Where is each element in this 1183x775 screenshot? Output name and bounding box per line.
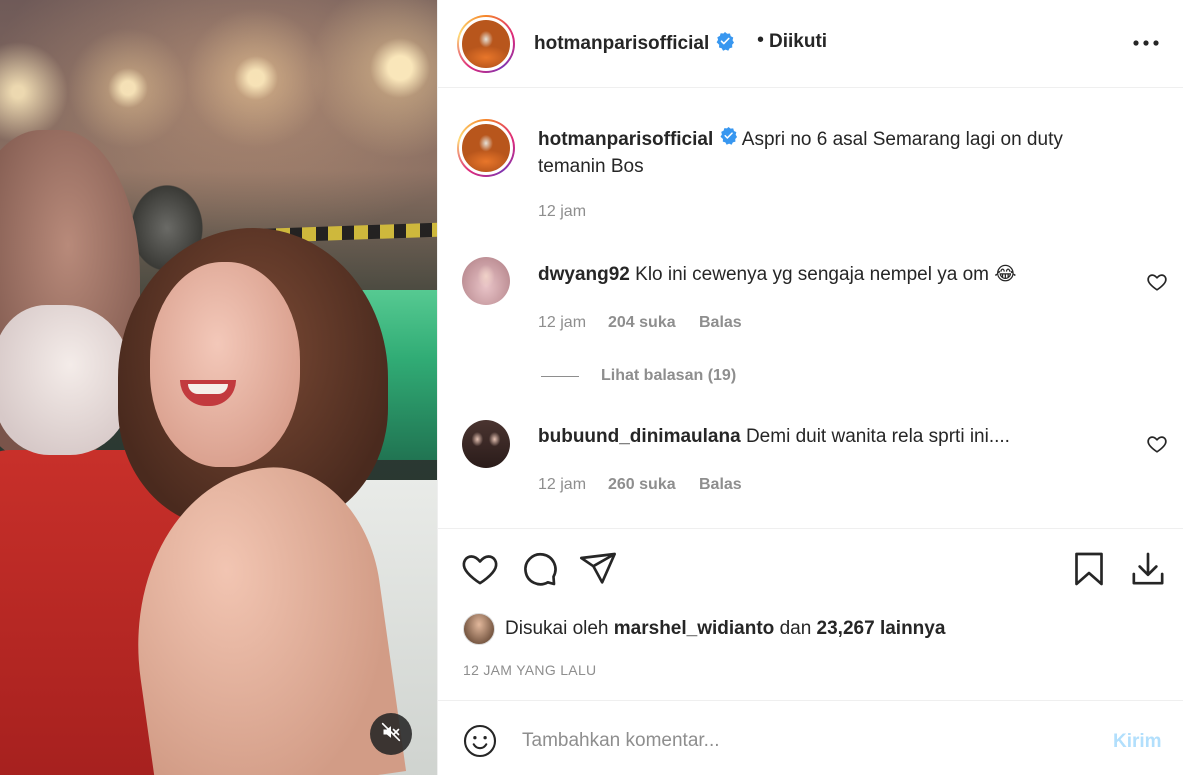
speaker-muted-icon: [381, 722, 401, 747]
comments-section: hotmanparisofficial Aspri no 6 asal Sema…: [438, 89, 1183, 529]
replies-divider-line: [541, 375, 579, 377]
caption: hotmanparisofficial Aspri no 6 asal Sema…: [538, 126, 1128, 180]
owner-username[interactable]: hotmanparisofficial: [534, 33, 709, 54]
heart-icon: [460, 555, 500, 593]
comment-username[interactable]: bubuund_dinimaulana: [538, 426, 741, 447]
likes-conjunction: dan: [779, 618, 812, 639]
comment-username[interactable]: dwyang92: [538, 264, 630, 285]
comment-reply-button[interactable]: Balas: [699, 314, 742, 332]
liker-avatar[interactable]: [463, 613, 495, 645]
owner-avatar[interactable]: [457, 15, 515, 73]
comment-avatar[interactable]: [462, 420, 510, 468]
comment-avatar[interactable]: [462, 257, 510, 305]
more-options-icon: [1130, 40, 1162, 60]
verified-badge-icon: [715, 31, 735, 57]
face-mask: [0, 305, 132, 455]
follow-status-button[interactable]: Diikuti: [769, 31, 827, 53]
caption-avatar-image: [459, 121, 513, 175]
save-button[interactable]: [1069, 549, 1109, 589]
header-dot-separator: •: [757, 29, 765, 51]
emoji-picker-button[interactable]: [462, 723, 498, 759]
emoji-smile-icon: [462, 724, 498, 763]
comment-likes-count[interactable]: 204 suka: [608, 314, 676, 332]
view-replies-button[interactable]: Lihat balasan (19): [541, 367, 736, 385]
comment-like-button[interactable]: [1146, 433, 1168, 455]
comment-time[interactable]: 12 jam: [538, 314, 586, 332]
post-details-panel: hotmanparisofficial • Diikuti hotmanpari…: [437, 0, 1183, 775]
comment-reply-button[interactable]: Balas: [699, 476, 742, 494]
comment-button[interactable]: [519, 549, 559, 589]
like-button[interactable]: [460, 549, 500, 589]
share-button[interactable]: [578, 549, 618, 589]
post-video[interactable]: [0, 0, 437, 775]
view-replies-label: Lihat balasan (19): [601, 367, 737, 384]
caption-username[interactable]: hotmanparisofficial: [538, 129, 713, 150]
comment-body: bubuund_dinimaulana Demi duit wanita rel…: [538, 426, 1010, 448]
woman-face: [150, 262, 300, 467]
post-timestamp[interactable]: 12 JAM YANG LALU: [463, 662, 596, 678]
comment-text: Demi duit wanita rela sprti ini....: [745, 426, 1010, 447]
comment-input[interactable]: [522, 723, 1082, 759]
likes-summary: Disukai oleh marshel_widianto dan 23,267…: [463, 613, 945, 645]
owner-avatar-image: [459, 17, 513, 71]
comment-likes-count[interactable]: 260 suka: [608, 476, 676, 494]
owner-username-link[interactable]: hotmanparisofficial: [534, 31, 735, 57]
post-header: hotmanparisofficial • Diikuti: [438, 0, 1183, 88]
liker-username[interactable]: marshel_widianto: [614, 618, 775, 639]
comment-time[interactable]: 12 jam: [538, 476, 586, 494]
verified-badge-icon: [719, 126, 738, 153]
heart-icon: [1146, 436, 1168, 459]
likes-others-link[interactable]: 23,267 lainnya: [817, 618, 946, 639]
laughing-emoji: 😂: [994, 264, 1017, 285]
comment-text: Klo ini cewenya yg sengaja nempel ya om: [635, 264, 989, 285]
comment-like-button[interactable]: [1146, 271, 1168, 293]
likes-prefix: Disukai oleh: [505, 618, 609, 639]
download-button[interactable]: [1128, 549, 1168, 589]
comment-bubble-icon: [519, 552, 559, 593]
download-icon: [1128, 552, 1168, 593]
caption-owner-avatar[interactable]: [457, 119, 515, 177]
mute-button[interactable]: [370, 713, 412, 755]
post-actions: Disukai oleh marshel_widianto dan 23,267…: [438, 528, 1183, 700]
caption-time[interactable]: 12 jam: [538, 203, 586, 221]
bookmark-icon: [1069, 552, 1109, 593]
more-options-button[interactable]: [1130, 30, 1162, 56]
add-comment-bar: Kirim: [438, 700, 1183, 775]
paper-plane-icon: [578, 552, 618, 593]
comment-body: dwyang92 Klo ini cewenya yg sengaja nemp…: [538, 263, 1016, 286]
post-comment-button[interactable]: Kirim: [1113, 731, 1162, 753]
heart-icon: [1146, 274, 1168, 297]
